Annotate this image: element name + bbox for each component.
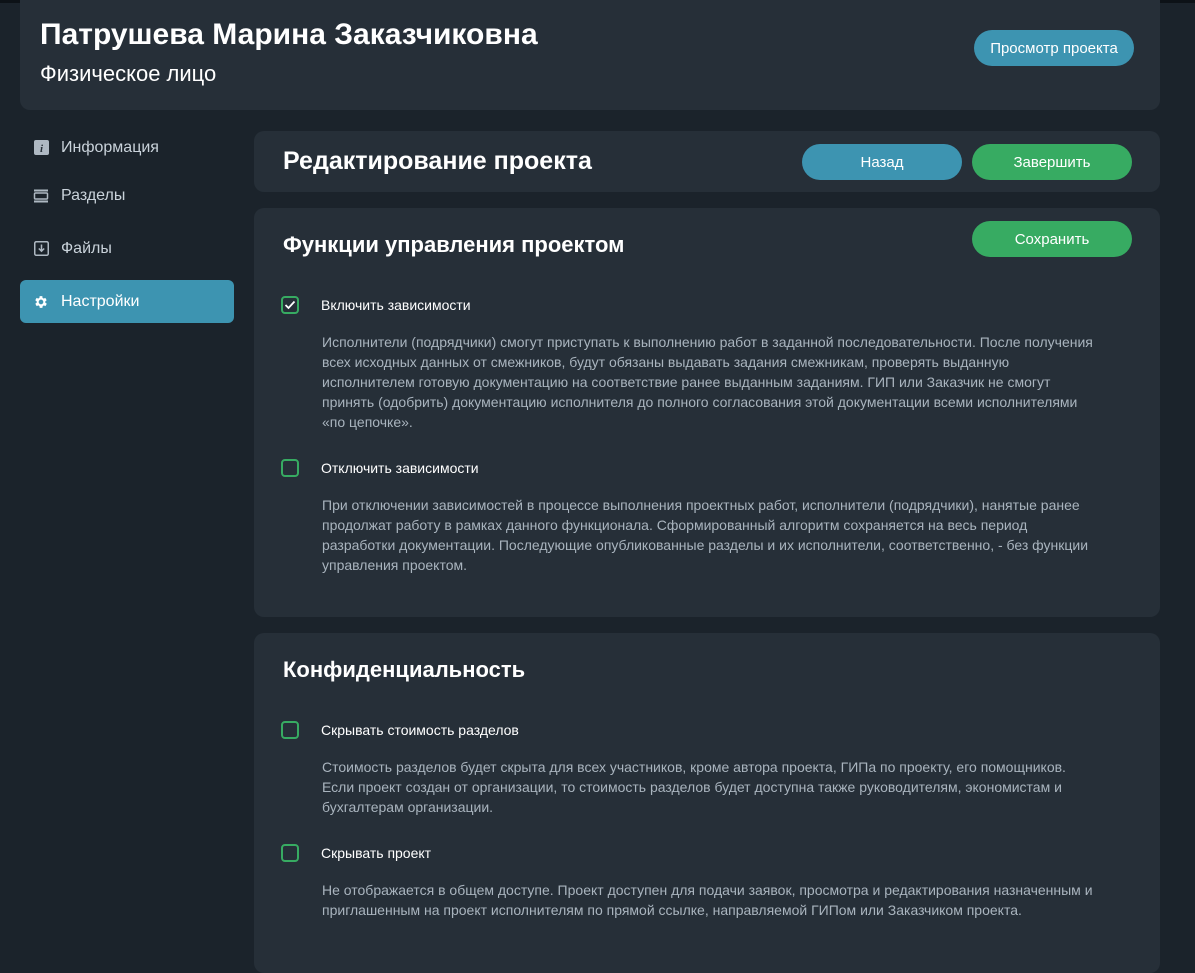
option-label[interactable]: Скрывать стоимость разделов	[321, 722, 519, 738]
sidebar-item-label: Файлы	[61, 239, 112, 257]
confidentiality-card: Конфиденциальность Скрывать стоимость ра…	[254, 633, 1160, 973]
gear-icon	[32, 293, 50, 311]
profile-header: Патрушева Марина Заказчиковна Физическое…	[20, 0, 1160, 110]
checkbox-enable-dependencies[interactable]	[281, 296, 299, 314]
option-description: Исполнители (подрядчики) смогут приступа…	[322, 334, 1093, 430]
sidebar-item-files[interactable]: Файлы	[20, 227, 234, 270]
profile-type: Физическое лицо	[40, 61, 217, 86]
save-button[interactable]: Сохранить	[972, 221, 1132, 257]
download-file-icon	[32, 240, 50, 258]
option-description: При отключении зависимостей в процессе в…	[322, 497, 1089, 573]
checkbox-disable-dependencies[interactable]	[281, 459, 299, 477]
section-title: Функции управления проектом	[283, 232, 625, 257]
option-label[interactable]: Скрывать проект	[321, 845, 431, 861]
view-project-button[interactable]: Просмотр проекта	[974, 30, 1134, 66]
option-label[interactable]: Отключить зависимости	[321, 460, 479, 476]
sidebar-item-label: Информация	[61, 138, 159, 156]
option-label[interactable]: Включить зависимости	[321, 297, 471, 313]
sidebar-item-info[interactable]: i Информация	[20, 126, 234, 169]
option-description: Стоимость разделов будет скрыта для всех…	[322, 759, 1066, 815]
checkbox-hide-section-cost[interactable]	[281, 721, 299, 739]
sidebar-item-label: Разделы	[61, 186, 126, 204]
profile-name: Патрушева Марина Заказчиковна	[40, 18, 538, 51]
option-description: Не отображается в общем доступе. Проект …	[322, 882, 1093, 918]
sidebar-item-label: Настройки	[61, 292, 140, 310]
edit-project-bar: Редактирование проекта Назад Завершить	[254, 131, 1160, 192]
sidebar-item-sections[interactable]: Разделы	[20, 174, 234, 217]
checkmark-icon	[284, 300, 296, 310]
section-title: Конфиденциальность	[283, 657, 526, 682]
sidebar-item-settings[interactable]: Настройки	[20, 280, 234, 323]
project-functions-card: Функции управления проектом Сохранить Вк…	[254, 208, 1160, 617]
finish-button[interactable]: Завершить	[972, 144, 1132, 180]
page-title: Редактирование проекта	[283, 147, 592, 175]
info-icon: i	[32, 139, 50, 157]
checkbox-hide-project[interactable]	[281, 844, 299, 862]
back-button[interactable]: Назад	[802, 144, 962, 180]
sections-icon	[32, 187, 50, 205]
